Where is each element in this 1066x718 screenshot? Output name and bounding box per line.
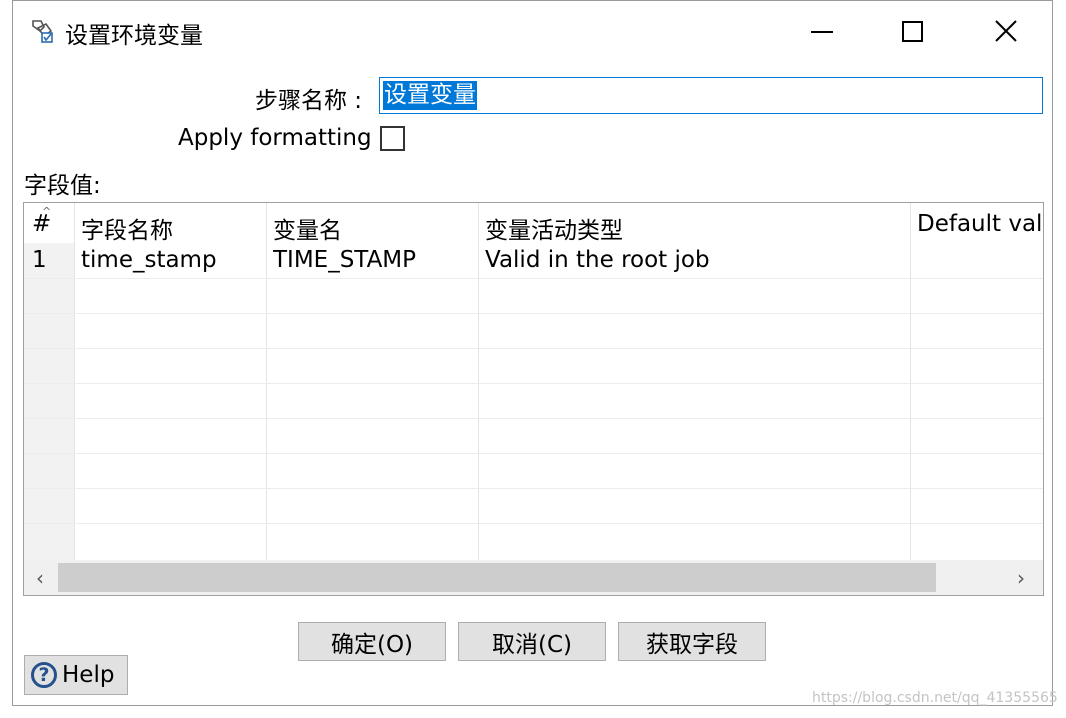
help-label: Help <box>62 662 115 688</box>
row-1-num[interactable]: 1 <box>32 247 47 273</box>
scrollbar-thumb[interactable] <box>58 563 936 592</box>
settings-dialog-icon <box>32 20 53 43</box>
column-header-num[interactable]: # <box>32 211 51 237</box>
cancel-button[interactable]: 取消(C) <box>458 622 606 661</box>
row-1-field[interactable]: time_stamp <box>81 247 217 273</box>
step-name-label: 步骤名称 : <box>255 88 363 114</box>
step-name-value: 设置变量 <box>383 81 477 110</box>
minimize-icon <box>811 31 833 33</box>
apply-formatting-checkbox[interactable] <box>380 126 405 151</box>
horizontal-scrollbar[interactable]: ‹ › <box>24 560 1043 595</box>
close-icon <box>995 20 1017 42</box>
scroll-left-icon[interactable]: ‹ <box>36 566 44 590</box>
minimize-button[interactable] <box>791 1 853 61</box>
row-number-column <box>24 243 74 560</box>
help-button[interactable]: ? Help <box>24 655 128 695</box>
title-bar: 设置环境变量 <box>13 1 1052 61</box>
get-fields-button[interactable]: 获取字段 <box>618 622 766 661</box>
column-header-type[interactable]: 变量活动类型 <box>485 211 623 245</box>
scroll-right-icon[interactable]: › <box>1017 566 1025 590</box>
dialog-window: 设置环境变量 步骤名称 : 设置变量 Apply formatting 字段值: <box>12 0 1053 706</box>
step-name-input[interactable]: 设置变量 <box>379 77 1043 114</box>
window-title: 设置环境变量 <box>65 23 203 49</box>
fields-table[interactable]: ^ # 字段名称 变量名 变量活动类型 Default val 1 time_s… <box>23 202 1044 596</box>
close-button[interactable] <box>975 1 1037 61</box>
help-icon: ? <box>31 662 57 688</box>
column-header-default[interactable]: Default val <box>917 211 1043 237</box>
watermark-url: https://blog.csdn.net/qq_41355565 <box>812 690 1058 706</box>
fields-label: 字段值: <box>24 173 101 199</box>
ok-button[interactable]: 确定(O) <box>298 622 446 661</box>
row-1-type[interactable]: Valid in the root job <box>485 247 710 273</box>
row-1-var[interactable]: TIME_STAMP <box>273 247 416 273</box>
maximize-button[interactable] <box>881 1 943 61</box>
maximize-icon <box>901 20 923 42</box>
apply-formatting-label: Apply formatting <box>178 125 372 151</box>
column-header-var[interactable]: 变量名 <box>273 211 342 245</box>
column-header-field[interactable]: 字段名称 <box>81 211 173 245</box>
